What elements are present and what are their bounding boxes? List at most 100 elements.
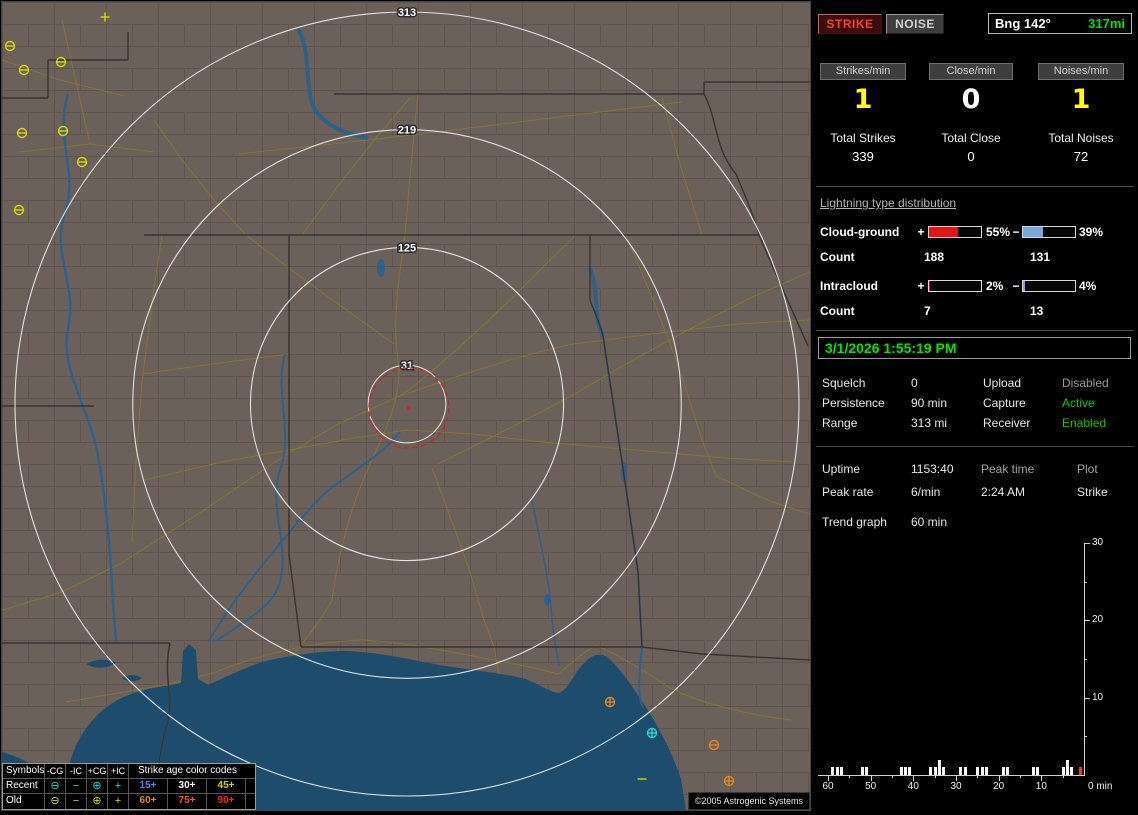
trend-graph-window: 60 min [911, 515, 948, 529]
close-per-min-button[interactable]: Close/min [929, 63, 1013, 80]
noises-per-min-button[interactable]: Noises/min [1038, 63, 1124, 80]
total-strikes-value: 339 [852, 149, 874, 164]
lightning-map[interactable]: 31 125 219 313 Symbols -CG -IC +CG +IC Stri… [1, 1, 811, 811]
peak-time-value: 2:24 AM [981, 485, 1026, 499]
range-ring-label: 125 [398, 242, 416, 254]
y-tick [1084, 543, 1090, 544]
map-svg: 31 125 219 313 [1, 2, 811, 810]
trend-bar [942, 767, 946, 775]
y-tick [1084, 620, 1090, 622]
range-ring-label: 313 [398, 7, 416, 19]
cg-minus-pct: 39% [1079, 225, 1104, 239]
peak-time-label: Peak time [981, 462, 1035, 476]
trend-bar [1001, 767, 1005, 775]
legend-symbol-glyph: + [108, 779, 129, 793]
ic-minus-pct: 4% [1079, 279, 1097, 293]
total-close-label: Total Close [941, 131, 1001, 145]
trend-bar [929, 767, 933, 775]
trend-bar [959, 767, 963, 775]
strikes-per-min-button[interactable]: Strikes/min [820, 63, 906, 80]
trend-bar [831, 767, 835, 775]
trend-bar [984, 767, 988, 775]
ic-plus-count: 7 [924, 304, 931, 318]
circle-plus-symbol [723, 775, 735, 787]
strikes-per-min-value: 1 [853, 84, 873, 115]
persistence-value: 90 min [911, 396, 948, 410]
x-tick-label: 60 [822, 781, 834, 792]
cg-plus-count: 188 [924, 250, 945, 264]
trend-bar [835, 767, 839, 775]
ic-minus-bar-fill [1023, 281, 1026, 291]
cg-plus-bar-fill [929, 227, 958, 237]
copyright-text: ©2005 Astrogenic Systems [687, 792, 810, 810]
trend-bar [861, 767, 865, 775]
ic-plus-bar [928, 280, 982, 292]
minus-sign: − [1012, 225, 1020, 239]
plus-sign: + [917, 279, 925, 293]
capture-label: Capture [983, 396, 1026, 410]
squelch-value: 0 [911, 376, 918, 390]
cg-plus-bar [928, 226, 982, 238]
peak-rate-label: Peak rate [822, 485, 874, 499]
persistence-label: Persistence [822, 396, 885, 410]
status-panel: STRIKE NOISE Bng 142° 317mi Strikes/min … [816, 0, 1138, 812]
ic-plus-bar-fill [929, 281, 931, 291]
intracloud-label: Intracloud [820, 279, 879, 293]
trend-graph: 10 20 30 60 50 40 30 20 10 0 min [816, 535, 1138, 811]
range-ring-label: 31 [401, 360, 413, 372]
squelch-label: Squelch [822, 376, 866, 390]
legend-col-nic: -IC [66, 764, 87, 778]
cg-minus-bar-fill [1023, 227, 1044, 237]
trend-bar [899, 767, 903, 775]
peak-rate-value: 6/min [911, 485, 941, 499]
y-minor-tick [1084, 581, 1087, 583]
datetime-display: 3/1/2026 1:55:19 PM [818, 337, 1131, 359]
trend-bar [1061, 767, 1065, 775]
trend-bar [1031, 767, 1035, 775]
upload-status: Disabled [1062, 376, 1109, 390]
y-tick [1084, 697, 1090, 699]
total-noises-label: Total Noises [1048, 131, 1114, 145]
uptime-value: 1153:40 [911, 462, 954, 476]
cg-minus-count: 131 [1030, 250, 1051, 264]
trend-graph-label: Trend graph [822, 515, 887, 529]
strike-mode-button[interactable]: STRIKE [818, 14, 882, 34]
map-legend: Symbols -CG -IC +CG +IC Strike age color… [2, 763, 256, 810]
receiver-label: Receiver [983, 416, 1031, 430]
trend-bar [980, 767, 984, 775]
y-tick-label: 10 [1092, 691, 1104, 703]
cg-plus-pct: 55% [986, 225, 1011, 239]
x-axis [818, 775, 1085, 776]
total-close-value: 0 [967, 149, 975, 164]
legend-row-label: Old [3, 794, 45, 809]
plus-sign: + [917, 225, 925, 239]
separator [816, 186, 1134, 187]
x-zero-label: 0 min [1088, 781, 1113, 792]
minus-sign: − [1012, 279, 1020, 293]
trend-bar [937, 759, 941, 775]
ic-count-label: Count [820, 304, 855, 318]
range-value: 313 mi [911, 416, 948, 430]
legend-age-code: 15+ [129, 779, 168, 793]
total-strikes-label: Total Strikes [830, 131, 896, 145]
legend-age-code: 45+ [207, 779, 246, 793]
bearing-readout: Bng 142° 317mi [988, 13, 1132, 34]
trend-bar [908, 767, 912, 775]
legend-age-code: 75+ [168, 794, 207, 809]
legend-symbol-glyph: − [66, 779, 87, 793]
trend-bar [1070, 767, 1074, 775]
x-tick-label: 30 [950, 781, 962, 792]
x-minor-tick [892, 775, 893, 778]
trend-bar [933, 767, 937, 775]
x-tick-label: 20 [993, 781, 1005, 792]
x-tick-label: 40 [907, 781, 919, 792]
noise-mode-button[interactable]: NOISE [886, 14, 944, 34]
legend-recent-row: Recent ⊖ − ⊕ +15+ 30+ 45+ [3, 779, 255, 794]
trend-bar [976, 767, 980, 775]
trend-bar [1006, 767, 1010, 775]
legend-col-pic: +IC [108, 764, 129, 778]
separator [816, 446, 1134, 447]
x-minor-tick [849, 775, 851, 778]
bearing-range: 317mi [1088, 16, 1125, 31]
noises-per-min-value: 1 [1071, 84, 1091, 115]
